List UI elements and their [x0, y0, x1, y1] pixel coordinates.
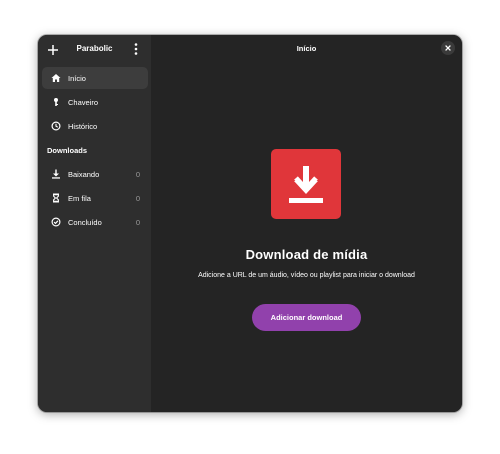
sidebar-item-label: Histórico [68, 121, 98, 131]
sidebar-item-downloading[interactable]: Baixando 0 [42, 163, 148, 185]
downloads-section-title: Downloads [47, 146, 88, 155]
sidebar-item-label: Em fila [68, 193, 91, 203]
downloading-count: 0 [135, 169, 140, 179]
sidebar-item-home[interactable]: Início [42, 67, 148, 89]
app-window: Parabolic Início Chaveiro Histórico Down… [38, 35, 462, 412]
keyring-icon [51, 97, 61, 107]
sidebar-item-label: Concluído [68, 217, 102, 227]
main-content: Início Download de mídia Adicione a URL … [151, 35, 462, 412]
status-title: Download de mídia [245, 247, 368, 262]
queued-count: 0 [135, 193, 140, 203]
close-icon [445, 45, 451, 51]
page-title: Início [296, 44, 317, 53]
sidebar-item-label: Chaveiro [68, 97, 99, 107]
home-icon [51, 73, 61, 83]
sidebar-item-queued[interactable]: Em fila 0 [42, 187, 148, 209]
sidebar-item-completed[interactable]: Concluído 0 [42, 211, 148, 233]
sidebar: Parabolic Início Chaveiro Histórico Down… [38, 35, 151, 412]
status-description: Adicione a URL de um áudio, vídeo ou pla… [198, 272, 415, 279]
completed-count: 0 [135, 217, 140, 227]
history-icon [51, 121, 61, 131]
hourglass-icon [51, 193, 61, 203]
sidebar-item-keyring[interactable]: Chaveiro [42, 91, 148, 113]
download-arrow-icon [271, 149, 341, 219]
menu-button[interactable] [130, 42, 142, 56]
vertical-dots-icon [134, 43, 138, 55]
sidebar-item-label: Início [68, 73, 86, 83]
sidebar-item-label: Baixando [68, 169, 100, 179]
close-button[interactable] [441, 41, 455, 55]
sidebar-item-history[interactable]: Histórico [42, 115, 148, 137]
check-circle-icon [51, 217, 61, 227]
download-icon [51, 169, 61, 179]
add-download-button[interactable]: Adicionar download [252, 304, 361, 331]
sidebar-header: Parabolic [38, 35, 151, 63]
